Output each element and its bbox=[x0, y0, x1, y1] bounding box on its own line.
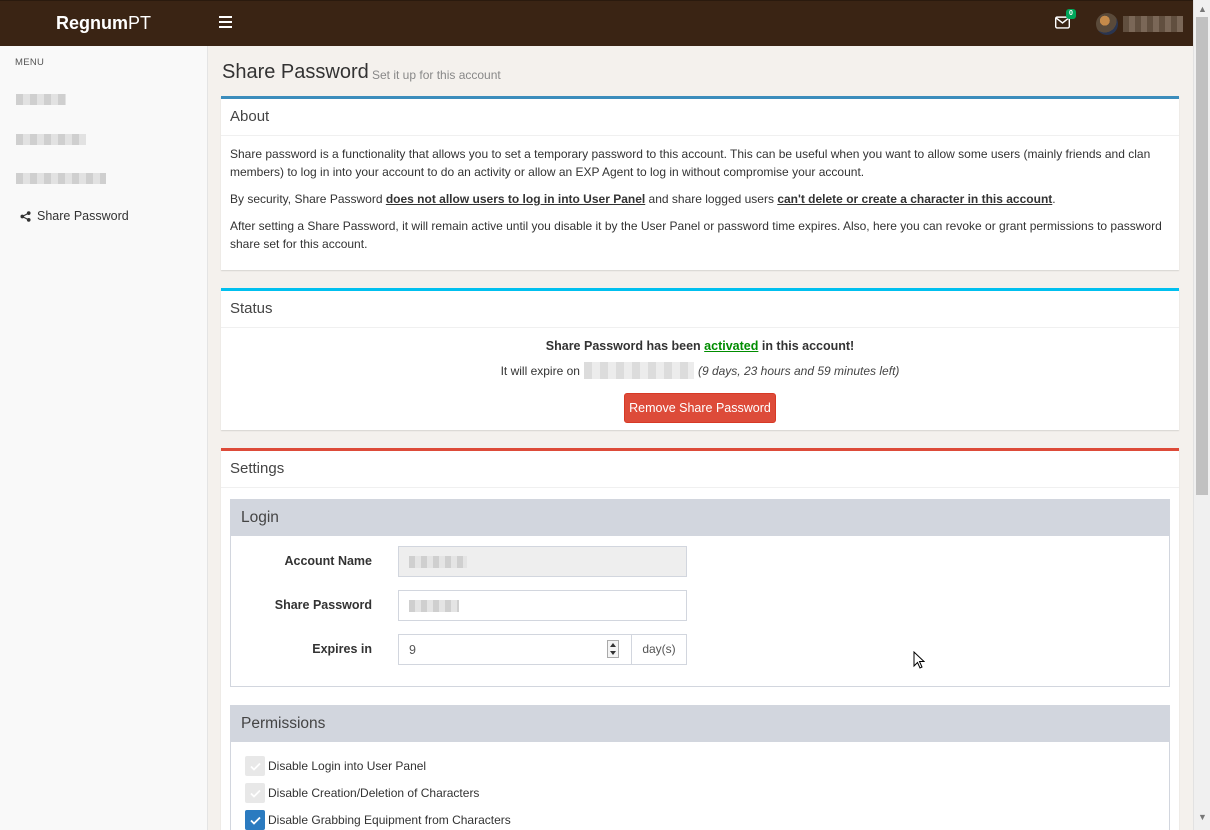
account-name-label: Account Name bbox=[284, 554, 372, 568]
status-title: Status bbox=[221, 291, 1179, 328]
scroll-thumb[interactable] bbox=[1196, 17, 1208, 495]
checkbox[interactable] bbox=[245, 810, 265, 830]
permission-checkbox-row[interactable]: Disable Grabbing Equipment from Characte… bbox=[245, 810, 511, 830]
sidebar: MENU Share Password bbox=[0, 46, 208, 830]
share-password-row: Share Password bbox=[231, 590, 1169, 621]
scroll-down-arrow-icon[interactable]: ▼ bbox=[1198, 812, 1207, 822]
about-box: About Share password is a functionality … bbox=[221, 96, 1179, 270]
about-title: About bbox=[221, 99, 1179, 136]
permission-label: Disable Grabbing Equipment from Characte… bbox=[268, 813, 511, 827]
status-box: Status Share Password has been activated… bbox=[221, 288, 1179, 430]
permission-label: Disable Creation/Deletion of Characters bbox=[268, 786, 480, 800]
checkbox[interactable] bbox=[245, 756, 265, 776]
spinner-arrows-icon[interactable] bbox=[607, 640, 619, 658]
top-navbar: RegnumPT 0 bbox=[0, 0, 1193, 46]
account-name-field bbox=[398, 546, 687, 577]
sidebar-menu-title: MENU bbox=[15, 57, 45, 68]
checkbox[interactable] bbox=[245, 783, 265, 803]
check-icon bbox=[249, 816, 261, 825]
hamburger-menu-icon[interactable] bbox=[219, 16, 232, 30]
share-password-field[interactable] bbox=[398, 590, 687, 621]
remove-share-password-button[interactable]: Remove Share Password bbox=[624, 393, 776, 423]
settings-box: Settings Login Account Name Share Passwo… bbox=[221, 448, 1179, 830]
mouse-cursor-icon bbox=[913, 651, 925, 669]
permissions-panel: Permissions Disable Login into User Pane… bbox=[230, 705, 1170, 830]
user-avatar[interactable] bbox=[1096, 13, 1118, 35]
about-paragraph-3: After setting a Share Password, it will … bbox=[230, 219, 1162, 251]
expires-in-stepper[interactable] bbox=[398, 634, 632, 665]
account-name-row: Account Name bbox=[231, 546, 1169, 577]
permission-checkbox-row[interactable]: Disable Login into User Panel bbox=[245, 756, 426, 776]
sidebar-item-redacted[interactable] bbox=[16, 134, 86, 145]
login-panel: Login Account Name Share Password Expire… bbox=[230, 499, 1170, 687]
about-paragraph-1: Share password is a functionality that a… bbox=[230, 147, 1151, 179]
page-scrollbar[interactable]: ▲ ▼ bbox=[1193, 0, 1210, 830]
about-paragraph-2: By security, Share Password does not all… bbox=[230, 192, 1056, 206]
expires-in-label: Expires in bbox=[312, 642, 372, 656]
expiry-message: It will expire on (9 days, 23 hours and 5… bbox=[500, 362, 900, 379]
share-icon bbox=[20, 210, 31, 222]
sidebar-item-share-password[interactable]: Share Password bbox=[20, 209, 129, 223]
page-subtitle: Set it up for this account bbox=[372, 68, 501, 82]
settings-title: Settings bbox=[221, 451, 1179, 488]
permissions-panel-title: Permissions bbox=[231, 706, 1169, 742]
mail-icon[interactable]: 0 bbox=[1055, 9, 1076, 30]
expires-in-row: Expires in day(s) bbox=[231, 634, 1169, 665]
sidebar-item-redacted[interactable] bbox=[16, 173, 106, 184]
sidebar-item-label: Share Password bbox=[37, 209, 129, 223]
login-panel-title: Login bbox=[231, 500, 1169, 536]
check-icon bbox=[249, 789, 261, 798]
scroll-up-arrow-icon[interactable]: ▲ bbox=[1198, 4, 1207, 14]
brand-logo[interactable]: RegnumPT bbox=[0, 1, 207, 47]
permission-label: Disable Login into User Panel bbox=[268, 759, 427, 773]
expires-unit-addon: day(s) bbox=[631, 634, 687, 665]
mail-count-badge: 0 bbox=[1066, 9, 1076, 19]
activated-link[interactable]: activated bbox=[704, 339, 758, 353]
permission-checkbox-row[interactable]: Disable Creation/Deletion of Characters bbox=[245, 783, 479, 803]
share-password-label: Share Password bbox=[274, 598, 372, 612]
expiry-date-redacted bbox=[583, 362, 694, 379]
page-title: Share Password bbox=[222, 61, 369, 83]
expires-in-input[interactable] bbox=[399, 635, 599, 664]
user-name-redacted[interactable] bbox=[1123, 16, 1183, 32]
sidebar-item-redacted[interactable] bbox=[16, 94, 66, 105]
check-icon bbox=[249, 762, 261, 771]
status-message: Share Password has been activated in thi… bbox=[545, 339, 855, 353]
